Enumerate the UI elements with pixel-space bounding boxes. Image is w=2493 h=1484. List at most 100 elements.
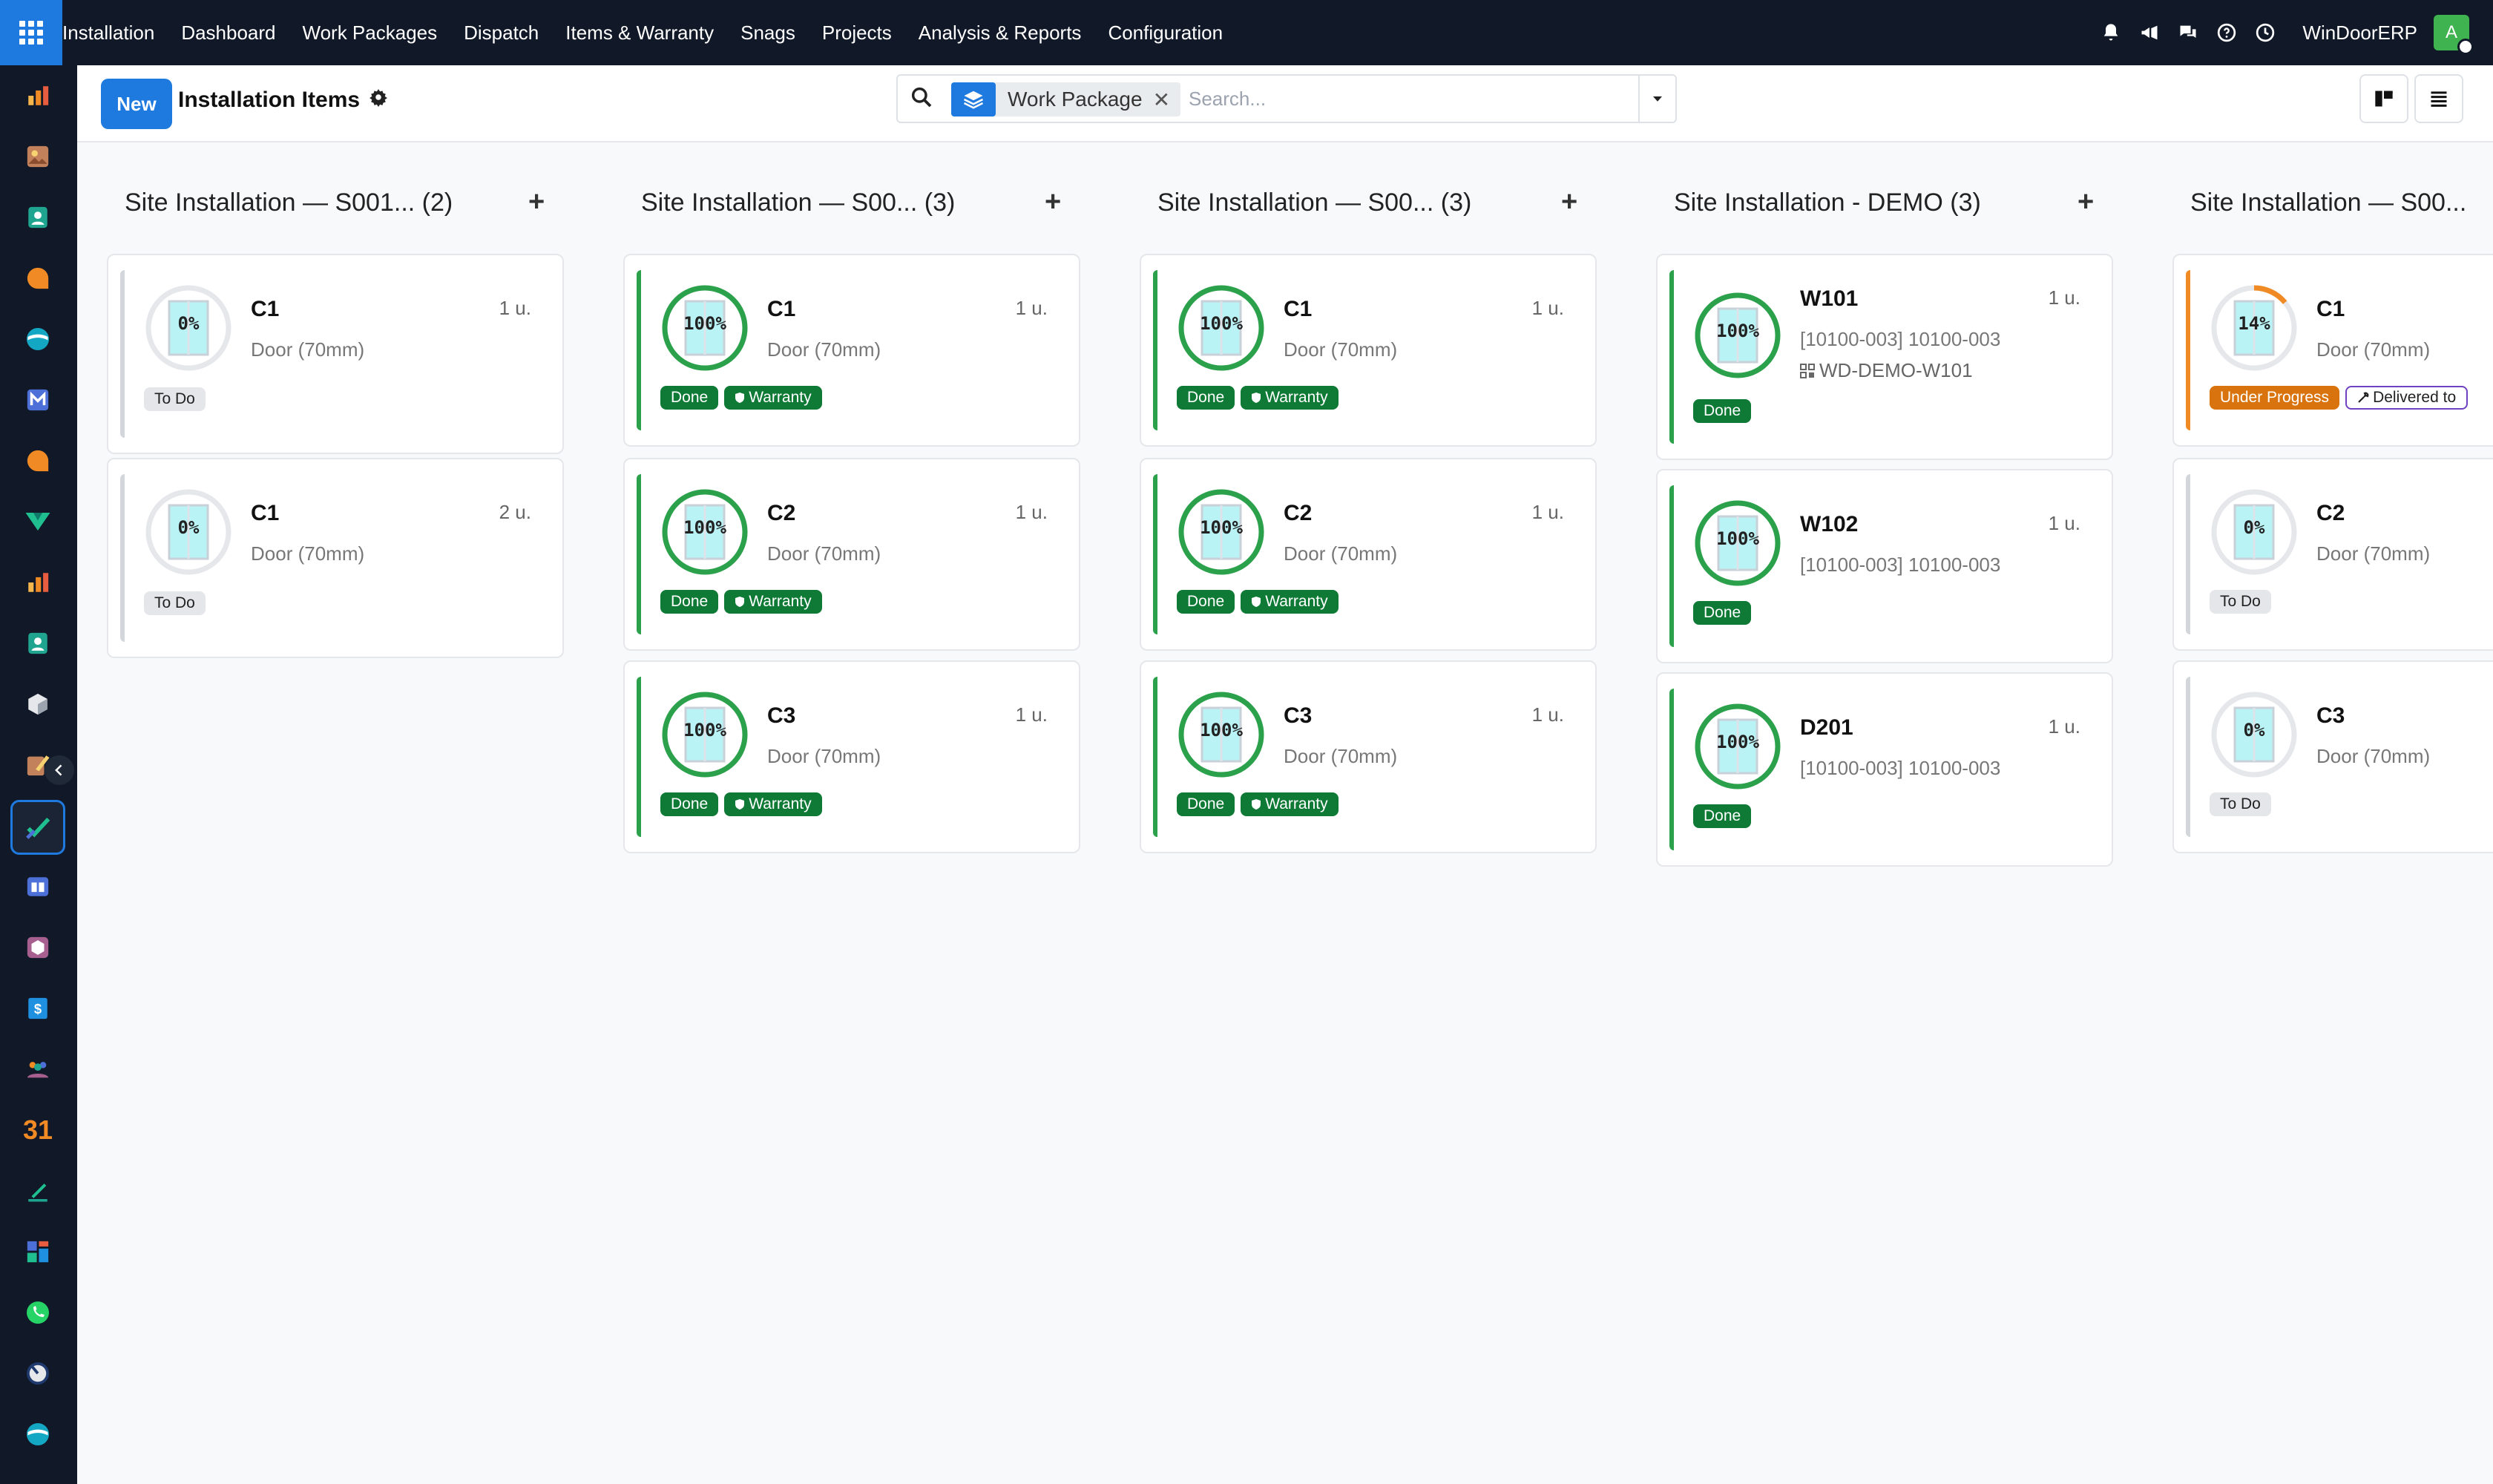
list-view-button[interactable] — [2414, 74, 2463, 123]
menu-snags[interactable]: Snags — [727, 22, 809, 45]
help-icon[interactable] — [2213, 19, 2241, 47]
search-options-toggle[interactable] — [1638, 76, 1675, 122]
card-product: Door (70mm) — [1284, 745, 1398, 767]
search-input[interactable]: Search... — [1189, 88, 1266, 111]
app-switcher-button[interactable] — [0, 0, 62, 65]
column-title[interactable]: Site Installation - DEMO (3) — [1674, 188, 1981, 217]
badge-label: Done — [1187, 593, 1225, 610]
column-title[interactable]: Site Installation — S00... (3) — [1157, 188, 1471, 217]
team-app-icon[interactable] — [22, 1054, 53, 1085]
calendar-app-icon[interactable]: 31 — [22, 1114, 53, 1146]
invoice-app-icon[interactable]: $ — [22, 993, 53, 1024]
main-menu: Installation Dashboard Work Packages Dis… — [62, 0, 1236, 65]
kanban-card[interactable]: 100% C2 1 u. Door (70mm) Done Warranty — [623, 458, 1080, 651]
discuss-app-icon[interactable] — [22, 263, 53, 294]
product-app-icon[interactable] — [22, 932, 53, 963]
search-bar[interactable]: Work Package ✕ Search... — [896, 74, 1677, 123]
add-card-icon[interactable]: + — [2078, 188, 2094, 216]
card-name: C1 — [1284, 297, 1313, 321]
kanban-card[interactable]: 100% W102 1 u. [10100-003] 10100-003 Done — [1656, 469, 2113, 663]
add-card-icon[interactable]: + — [1045, 188, 1061, 216]
kanban-card[interactable]: 0% C3 Door (70mm) To Do — [2172, 660, 2493, 853]
sales-app-icon[interactable] — [22, 80, 53, 111]
helpdesk-app-icon[interactable] — [22, 506, 53, 537]
kanban-card[interactable]: 100% W101 1 u. [10100-003] 10100-003 WD-DEMO… — [1656, 254, 2113, 460]
card-badges: Done Warranty — [660, 590, 828, 614]
progress-indicator: 100% — [1693, 499, 1782, 588]
status-badge: Done — [1177, 792, 1235, 816]
add-card-icon[interactable]: + — [528, 188, 545, 216]
card-quantity: 1 u. — [1015, 297, 1048, 319]
kanban-card[interactable]: 0% C1 1 u. Door (70mm) To Do — [107, 254, 564, 454]
reports-app-icon[interactable] — [22, 567, 53, 598]
status-stripe — [637, 270, 641, 430]
status-stripe — [1669, 689, 1674, 850]
card-badges: Done Warranty — [660, 792, 828, 816]
badge-label: To Do — [2220, 593, 2261, 610]
card-badges: Done Warranty — [1177, 386, 1344, 410]
menu-items-warranty[interactable]: Items & Warranty — [552, 22, 727, 45]
card-product: [10100-003] 10100-003 — [1800, 757, 2001, 779]
kanban-card[interactable]: 100% C3 1 u. Door (70mm) Done Warranty — [1140, 660, 1597, 853]
timer-app-icon[interactable] — [22, 1358, 53, 1389]
kanban-card[interactable]: 0% C2 Door (70mm) To Do — [2172, 458, 2493, 651]
kanban-card[interactable]: 100% C1 1 u. Door (70mm) Done Warranty — [1140, 254, 1597, 447]
installation-app-icon[interactable] — [10, 800, 65, 855]
menu-installation[interactable]: Installation — [62, 22, 168, 45]
facet-remove-icon[interactable]: ✕ — [1153, 88, 1180, 112]
contacts-app-icon[interactable] — [22, 202, 53, 233]
column-title[interactable]: Site Installation — S00... — [2190, 188, 2466, 217]
menu-analysis-reports[interactable]: Analysis & Reports — [905, 22, 1095, 45]
card-serial-text: WD-DEMO-W101 — [1819, 359, 1973, 381]
dashboard-app-icon[interactable] — [22, 1236, 53, 1267]
chat-app-icon[interactable] — [22, 445, 53, 476]
chat-icon[interactable] — [2174, 19, 2202, 47]
menu-dashboard[interactable]: Dashboard — [168, 22, 289, 45]
menu-dispatch[interactable]: Dispatch — [450, 22, 552, 45]
search-icon — [910, 85, 936, 112]
megaphone-icon[interactable] — [2135, 19, 2164, 47]
status-badge: Done — [1693, 601, 1752, 625]
sidebar-collapse-button[interactable] — [45, 755, 74, 785]
kanban-card[interactable]: 100% C1 1 u. Door (70mm) Done Warranty — [623, 254, 1080, 447]
card-name: C1 — [251, 297, 280, 321]
status-stripe — [1669, 485, 1674, 647]
menu-configuration[interactable]: Configuration — [1094, 22, 1236, 45]
knowledge-app-icon[interactable] — [22, 871, 53, 902]
kanban-card[interactable]: 0% C1 2 u. Door (70mm) To Do — [107, 458, 564, 658]
mail-app-icon[interactable] — [22, 384, 53, 416]
progress-indicator: 0% — [2210, 487, 2299, 577]
warranty-badge: Warranty — [724, 590, 822, 614]
bell-icon[interactable] — [2097, 19, 2125, 47]
badge-label: Delivered to — [2373, 389, 2457, 406]
clock-icon[interactable] — [2251, 19, 2279, 47]
kanban-view-button[interactable] — [2359, 74, 2408, 123]
kanban-card[interactable]: 100% C3 1 u. Door (70mm) Done Warranty — [623, 660, 1080, 853]
new-button[interactable]: New — [101, 79, 172, 129]
search-facet[interactable]: Work Package ✕ — [951, 82, 1181, 116]
sync-app-icon[interactable] — [22, 324, 53, 355]
user-avatar[interactable]: A — [2434, 15, 2474, 55]
employees-app-icon[interactable] — [22, 628, 53, 659]
wave-app-icon[interactable] — [22, 1419, 53, 1450]
menu-projects[interactable]: Projects — [809, 22, 905, 45]
inventory-app-icon[interactable] — [22, 689, 53, 720]
add-card-icon[interactable]: + — [1561, 188, 1577, 216]
company-switcher[interactable]: WinDoorERP — [2302, 22, 2417, 45]
badge-label: Under Progress — [2220, 389, 2330, 406]
column-header: Site Installation — S00... (3) + — [623, 181, 1080, 223]
progress-indicator: 100% — [660, 487, 749, 577]
column-title[interactable]: Site Installation — S00... (3) — [641, 188, 955, 217]
photo-app-icon[interactable] — [22, 141, 53, 172]
kanban-card[interactable]: 100% C2 1 u. Door (70mm) Done Warranty — [1140, 458, 1597, 651]
column-title[interactable]: Site Installation — S001... (2) — [125, 188, 453, 217]
status-badge: To Do — [144, 591, 206, 615]
status-stripe — [1153, 677, 1157, 837]
sign-app-icon[interactable] — [22, 1175, 53, 1206]
card-name: C2 — [1284, 501, 1313, 525]
kanban-card[interactable]: 100% D201 1 u. [10100-003] 10100-003 Done — [1656, 672, 2113, 867]
gear-icon[interactable] — [369, 88, 388, 113]
kanban-card[interactable]: 14% C1 Door (70mm) Under Progress Delivered … — [2172, 254, 2493, 447]
whatsapp-app-icon[interactable] — [22, 1297, 53, 1328]
menu-work-packages[interactable]: Work Packages — [289, 22, 451, 45]
